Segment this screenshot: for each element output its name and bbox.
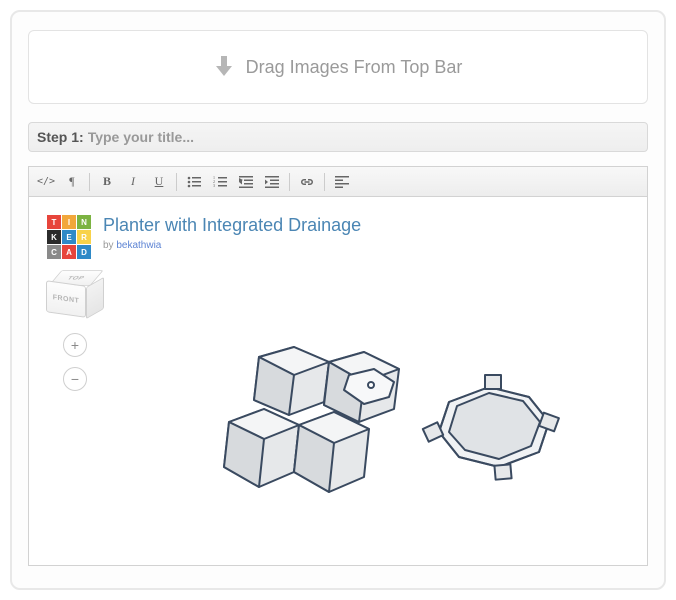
toolbar-separator	[176, 173, 177, 191]
toolbar-separator	[289, 173, 290, 191]
underline-button[interactable]: U	[146, 171, 172, 193]
tinkercad-logo: T I N K E R C A D	[47, 215, 91, 259]
logo-cell: I	[62, 215, 76, 229]
bullet-list-icon	[187, 176, 201, 188]
indent-button[interactable]	[259, 171, 285, 193]
logo-cell: N	[77, 215, 91, 229]
step-title-row: Step 1:	[28, 122, 648, 152]
align-left-icon	[335, 176, 349, 188]
download-arrow-icon	[214, 56, 234, 78]
logo-cell: D	[77, 245, 91, 259]
paragraph-button[interactable]: ¶	[59, 171, 85, 193]
svg-text:3: 3	[213, 183, 215, 188]
outdent-button[interactable]	[233, 171, 259, 193]
cube-front-face[interactable]: FRONT	[46, 280, 86, 318]
numbered-list-icon: 123	[213, 176, 227, 188]
project-byline: by bekathwia	[103, 240, 629, 251]
view-controls: TOP FRONT + −	[47, 267, 103, 391]
toolbar-separator	[89, 173, 90, 191]
bullet-list-button[interactable]	[181, 171, 207, 193]
step-title-input[interactable]	[88, 129, 639, 145]
logo-cell: R	[77, 230, 91, 244]
toolbar-separator	[324, 173, 325, 191]
planter-model-icon	[179, 307, 599, 547]
view-cube[interactable]: TOP FRONT	[47, 267, 103, 323]
model-viewport[interactable]	[179, 307, 599, 547]
indent-icon	[265, 176, 279, 188]
project-author[interactable]: bekathwia	[116, 240, 161, 251]
outdent-icon	[239, 176, 253, 188]
logo-cell: E	[62, 230, 76, 244]
bold-button[interactable]: B	[94, 171, 120, 193]
byline-prefix: by	[103, 240, 114, 251]
editor-panel: Drag Images From Top Bar Step 1: </> ¶ B…	[10, 10, 666, 590]
logo-cell: T	[47, 215, 61, 229]
logo-cell: C	[47, 245, 61, 259]
image-dropzone[interactable]: Drag Images From Top Bar	[28, 30, 648, 104]
code-button[interactable]: </>	[33, 171, 59, 193]
zoom-out-button[interactable]: −	[63, 367, 87, 391]
title-block: Planter with Integrated Drainage by beka…	[103, 215, 629, 251]
link-button[interactable]	[294, 171, 320, 193]
align-left-button[interactable]	[329, 171, 355, 193]
project-title: Planter with Integrated Drainage	[103, 215, 629, 236]
editor-toolbar: </> ¶ B I U 123	[28, 166, 648, 196]
link-icon	[300, 177, 314, 187]
logo-cell: K	[47, 230, 61, 244]
dropzone-label: Drag Images From Top Bar	[246, 57, 463, 78]
logo-cell: A	[62, 245, 76, 259]
editor-content[interactable]: T I N K E R C A D Planter with Integrate…	[28, 196, 648, 566]
step-label: Step 1:	[37, 129, 84, 145]
zoom-in-button[interactable]: +	[63, 333, 87, 357]
italic-button[interactable]: I	[120, 171, 146, 193]
project-header: T I N K E R C A D Planter with Integrate…	[47, 215, 629, 259]
numbered-list-button[interactable]: 123	[207, 171, 233, 193]
